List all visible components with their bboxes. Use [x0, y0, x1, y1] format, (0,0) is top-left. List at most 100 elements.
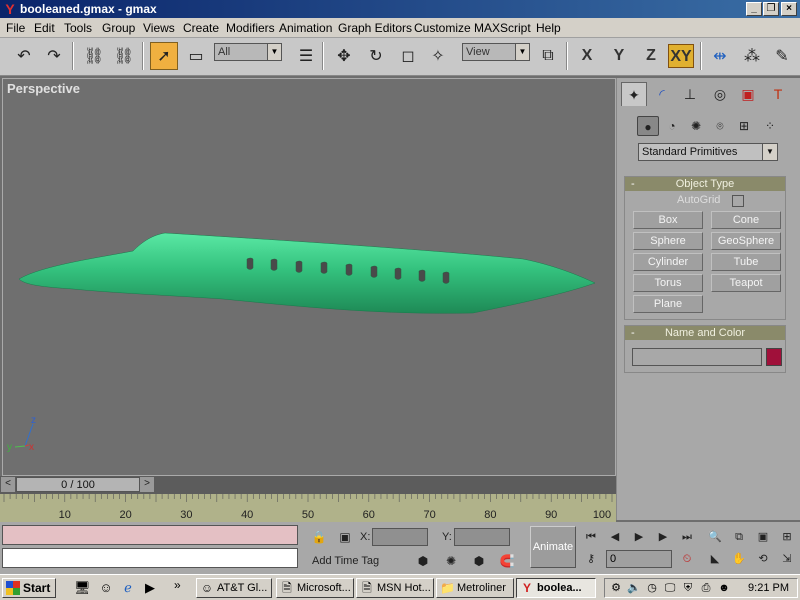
- time-slider-thumb[interactable]: 0 / 100: [16, 477, 140, 492]
- select-object-icon[interactable]: ➚: [150, 42, 178, 70]
- name-and-color-header[interactable]: - Name and Color: [625, 326, 785, 340]
- teapot-button[interactable]: Teapot: [711, 274, 781, 292]
- quick-launch-chevron[interactable]: »: [174, 578, 181, 592]
- menu-graph-editors[interactable]: Graph Editors: [338, 21, 412, 35]
- autogrid-checkbox[interactable]: [732, 195, 744, 207]
- field-of-view-icon[interactable]: ◣: [706, 550, 724, 568]
- menu-maxscript[interactable]: MAXScript: [474, 21, 531, 35]
- create-tab-icon[interactable]: ✦: [621, 82, 647, 106]
- material-editor-icon[interactable]: ✎: [768, 42, 796, 70]
- messenger-tray-icon[interactable]: ☻: [717, 581, 731, 595]
- animate-button[interactable]: Animate: [530, 526, 576, 568]
- pan-icon[interactable]: ✋: [730, 550, 748, 568]
- hierarchy-tab-icon[interactable]: ⊥: [677, 82, 703, 106]
- arc-rotate-icon[interactable]: ⟲: [754, 550, 772, 568]
- zoom-all-icon[interactable]: ⧉: [730, 528, 748, 546]
- antivirus-icon[interactable]: ⛨: [681, 581, 695, 595]
- menu-group[interactable]: Group: [102, 21, 135, 35]
- select-and-move-icon[interactable]: ✥: [330, 42, 358, 70]
- geometry-icon[interactable]: ●: [637, 116, 659, 136]
- track-bar[interactable]: 10 20 30 40 50 60 70 80 90 100: [0, 494, 616, 522]
- snap-toggle-icon[interactable]: 🧲: [498, 552, 516, 570]
- next-frame-button[interactable]: >: [140, 477, 154, 492]
- add-time-tag-button[interactable]: Add Time Tag: [308, 552, 406, 570]
- utilities-tab-icon[interactable]: T: [765, 82, 791, 106]
- object-color-swatch[interactable]: [766, 348, 782, 366]
- msn-messenger-icon[interactable]: ☺: [98, 580, 114, 596]
- array-icon[interactable]: ⁂: [738, 42, 766, 70]
- display-tab-icon[interactable]: ▣: [735, 82, 761, 106]
- show-desktop-icon[interactable]: 🖥: [74, 580, 91, 596]
- printer-icon[interactable]: ⎙: [699, 581, 713, 595]
- reference-coordinate-dropdown[interactable]: View ▼: [462, 43, 530, 61]
- mirror-icon[interactable]: ⇹: [706, 42, 734, 70]
- taskbar-item[interactable]: 🗎 MSN Hot...: [356, 578, 434, 598]
- menu-views[interactable]: Views: [143, 21, 175, 35]
- object-type-header[interactable]: - Object Type: [625, 177, 785, 191]
- prev-frame-button[interactable]: <: [1, 477, 15, 492]
- absolute-mode-icon[interactable]: ▣: [336, 528, 354, 546]
- lock-selection-icon[interactable]: 🔒: [310, 528, 328, 546]
- time-configuration-icon[interactable]: ⏲: [678, 550, 696, 568]
- time-slider[interactable]: < 0 / 100 >: [0, 476, 616, 494]
- menu-file[interactable]: File: [6, 21, 25, 35]
- maximize-viewport-icon[interactable]: ⇲: [778, 550, 796, 568]
- sphere-button[interactable]: Sphere: [633, 232, 703, 250]
- primitive-category-dropdown[interactable]: Standard Primitives ▼: [638, 143, 778, 161]
- restrict-xy-plane-button[interactable]: XY: [668, 44, 694, 68]
- select-and-scale-icon[interactable]: ◻: [394, 42, 422, 70]
- pivot-center-icon[interactable]: ⧉: [534, 42, 562, 70]
- prompt-line[interactable]: [2, 548, 298, 568]
- motion-tab-icon[interactable]: ◎: [707, 82, 733, 106]
- go-to-end-icon[interactable]: ⏭: [678, 528, 696, 546]
- menu-tools[interactable]: Tools: [64, 21, 92, 35]
- cylinder-button[interactable]: Cylinder: [633, 253, 703, 271]
- modify-tab-icon[interactable]: ◜: [649, 82, 675, 106]
- monitor-icon[interactable]: 🖵: [663, 581, 677, 595]
- redo-icon[interactable]: ↷: [40, 42, 68, 70]
- speaker-icon[interactable]: 🔈: [627, 581, 641, 595]
- lights-icon[interactable]: ✺: [685, 116, 707, 136]
- previous-frame-icon[interactable]: ◀: [606, 528, 624, 546]
- zoom-extents-all-icon[interactable]: ⊞: [778, 528, 796, 546]
- degradation-override-icon[interactable]: ⬢: [414, 552, 432, 570]
- menu-edit[interactable]: Edit: [34, 21, 55, 35]
- taskbar-item[interactable]: ☺ AT&T Gl...: [196, 578, 272, 598]
- restore-button[interactable]: ❐: [763, 2, 779, 16]
- minimize-button[interactable]: _: [746, 2, 762, 16]
- select-and-rotate-icon[interactable]: ↻: [362, 42, 390, 70]
- menu-modifiers[interactable]: Modifiers: [226, 21, 275, 35]
- x-coord-field[interactable]: [372, 528, 428, 546]
- perspective-viewport[interactable]: Perspective z y x: [2, 78, 616, 476]
- space-warps-icon[interactable]: ⁘: [759, 116, 781, 136]
- select-and-manipulate-icon[interactable]: ✧: [424, 42, 452, 70]
- close-button[interactable]: ×: [781, 2, 797, 16]
- airplane-fuselage[interactable]: [18, 232, 596, 314]
- restrict-y-axis-button[interactable]: Y: [606, 44, 632, 68]
- geosphere-button[interactable]: GeoSphere: [711, 232, 781, 250]
- go-to-start-icon[interactable]: ⏮: [582, 528, 600, 546]
- media-player-icon[interactable]: ▶: [142, 580, 158, 596]
- maxscript-listener-input[interactable]: [2, 525, 298, 545]
- zoom-extents-icon[interactable]: ▣: [754, 528, 772, 546]
- taskbar-item[interactable]: 📁 Metroliner: [436, 578, 514, 598]
- taskbar-item-active[interactable]: Y boolea...: [516, 578, 596, 598]
- plane-button[interactable]: Plane: [633, 295, 703, 313]
- key-mode-icon[interactable]: ⚷: [582, 550, 600, 568]
- play-icon[interactable]: ▶: [630, 528, 648, 546]
- helpers-icon[interactable]: ⊞: [733, 116, 755, 136]
- rectangular-selection-icon[interactable]: ▭: [182, 42, 210, 70]
- zoom-icon[interactable]: 🔍: [706, 528, 724, 546]
- torus-button[interactable]: Torus: [633, 274, 703, 292]
- gmax-app-icon[interactable]: Y: [2, 1, 18, 17]
- menu-help[interactable]: Help: [536, 21, 561, 35]
- cone-button[interactable]: Cone: [711, 211, 781, 229]
- tube-button[interactable]: Tube: [711, 253, 781, 271]
- object-name-input[interactable]: [632, 348, 762, 366]
- window-selection-icon[interactable]: ⬢: [470, 552, 488, 570]
- clock-tray-icon[interactable]: ◷: [645, 581, 659, 595]
- internet-explorer-icon[interactable]: ℯ: [120, 580, 136, 596]
- selection-filter-dropdown[interactable]: All ▼: [214, 43, 282, 61]
- shapes-icon[interactable]: ◔: [661, 116, 683, 136]
- start-button[interactable]: Start: [2, 578, 56, 598]
